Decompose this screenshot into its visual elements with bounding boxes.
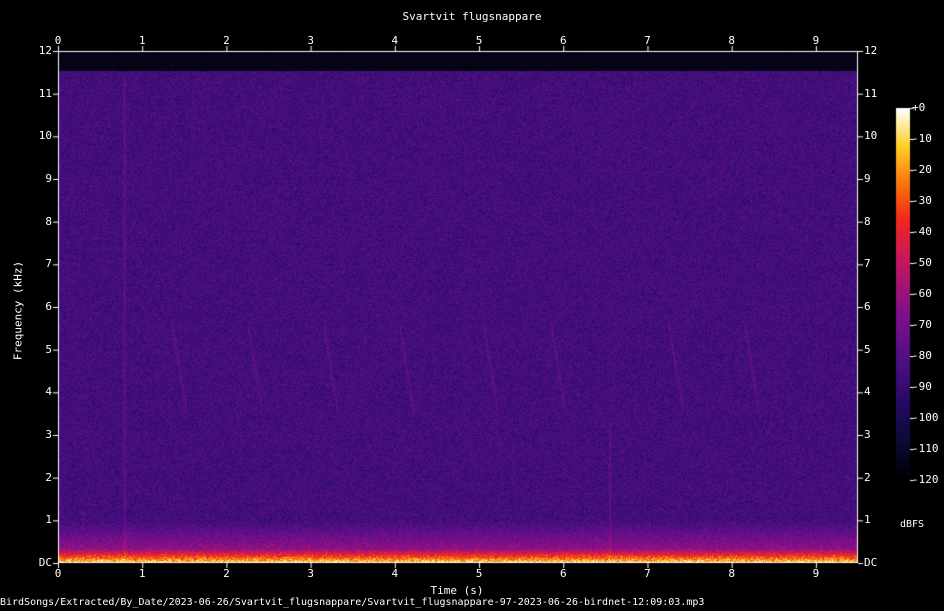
colorbar-tick-label: -70 [912,318,932,331]
y-tick-label-left: 2 [45,470,52,484]
x-tick-label-top: 0 [54,34,62,47]
y-tick-label-left: 11 [38,86,52,100]
y-tick-label-left: 5 [45,342,52,356]
colorbar-unit-label: dBFS [900,519,925,530]
y-tick-label-right: 12 [864,44,878,57]
y-tick-label-right: 6 [864,300,871,313]
y-tick-label-left: 1 [45,513,52,527]
y-tick-label-right: 1 [864,513,871,527]
y-tick-label-left: 3 [45,428,52,441]
x-tick-label-bottom: 3 [307,567,314,580]
x-tick-label-top: 9 [812,34,820,47]
colorbar-tick-label: -60 [912,287,932,300]
colorbar-tick-label: -110 [912,442,939,455]
file-path-footer: BirdSongs/Extracted/By_Date/2023-06-26/S… [0,597,705,608]
chart-title: Svartvit flugsnappare [402,10,542,23]
colorbar-tick-label: -100 [912,411,939,424]
y-tick-label-left: 6 [45,300,52,313]
y-tick-label-right: 5 [864,342,871,356]
y-tick-label-right: 11 [864,86,878,100]
y-tick-label-right: DC [864,556,878,569]
x-tick-label-top: 3 [307,34,314,47]
colorbar-tick-label: -80 [912,349,932,362]
y-tick-label-left: 12 [38,44,52,57]
x-tick-label-top: 8 [728,34,735,47]
x-tick-label-bottom: 2 [223,567,230,580]
y-tick-label-left: 7 [45,257,52,271]
x-tick-label-top: 5 [475,34,483,47]
x-tick-label-bottom: 5 [475,567,483,580]
y-tick-label-left: 4 [45,385,52,399]
y-tick-label-right: 10 [864,129,878,143]
y-tick-label-left: 8 [45,214,52,228]
x-tick-label-bottom: 9 [812,567,820,580]
x-tick-label-bottom: 8 [728,567,735,580]
x-tick-label-bottom: 1 [138,567,146,580]
colorbar-tick-label: -20 [912,163,932,176]
x-tick-label-top: 6 [559,34,567,47]
y-tick-label-right: 2 [864,470,871,484]
x-tick-label-top: 4 [391,34,399,47]
colorbar-tick-label: -120 [912,473,939,486]
y-tick-label-left: 10 [38,129,52,143]
y-tick-label-right: 9 [864,172,871,185]
y-tick-label-right: 7 [864,257,871,271]
y-tick-label-right: 8 [864,214,871,228]
colorbar-tick-label: -10 [912,132,932,145]
x-tick-label-bottom: 6 [559,567,567,580]
x-tick-label-bottom: 4 [391,567,399,580]
colorbar-tick-label: -90 [912,380,932,393]
colorbar-tick-label: -40 [912,225,932,238]
y-tick-label-left: 9 [45,172,52,185]
colorbar-tick-label: -30 [912,194,932,207]
y-tick-label-right: 3 [864,428,871,441]
x-axis-label: Time (s) [430,584,484,597]
y-axis-label: Frequency (kHz) [11,260,25,361]
y-tick-label-right: 4 [864,385,871,399]
colorbar-tick-label: +0 [912,101,926,114]
x-tick-label-bottom: 7 [644,567,651,580]
y-tick-label-left: DC [38,556,52,569]
x-tick-label-bottom: 0 [54,567,62,580]
x-tick-label-top: 2 [223,34,230,47]
spectrogram-canvas [0,0,944,611]
x-tick-label-top: 1 [138,34,146,47]
x-tick-label-top: 7 [644,34,651,47]
colorbar-tick-label: -50 [912,256,932,269]
